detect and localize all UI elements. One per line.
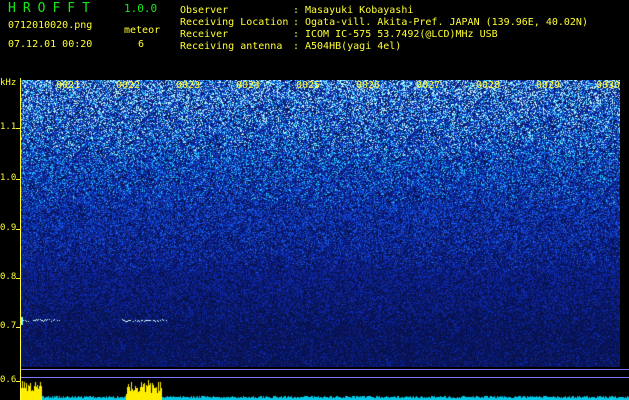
meteor-count: 6 — [138, 39, 145, 50]
frequency-axis: kHz 1.1 1.0 0.9 0.8 0.7 0.6 — [0, 78, 20, 400]
info-row-observer: Observer: Masayuki Kobayashi — [180, 5, 413, 16]
time-tick: 0021 — [56, 80, 81, 91]
app-version: 1.0.0 — [124, 2, 158, 15]
info-value: Ogata-vill. Akita-Pref. JAPAN (139.96E, … — [305, 17, 588, 28]
time-tick: 0024 — [236, 80, 261, 91]
info-row-receiver: Receiver: ICOM IC-575 53.7492(@LCD)MHz US… — [180, 29, 498, 40]
axis-unit: kHz — [0, 78, 17, 88]
info-key: Receiving Location — [180, 17, 289, 28]
info-colon: : — [293, 5, 300, 16]
freq-tick: 1.0 — [0, 173, 17, 183]
freq-tick: 0.6 — [0, 375, 17, 385]
filename: 0712010020.png — [8, 20, 93, 31]
freq-tick: 0.7 — [0, 321, 17, 331]
panel-divider — [20, 369, 629, 370]
time-tick: 0023 — [176, 80, 201, 91]
time-tick: 0030 — [596, 80, 621, 91]
time-tick: 0026 — [356, 80, 381, 91]
info-colon: : — [293, 41, 300, 52]
time-tick: 0028 — [476, 80, 501, 91]
plot-frame-left — [20, 78, 21, 400]
time-tick: 0027 — [416, 80, 441, 91]
info-key: Observer — [180, 5, 229, 16]
info-row-antenna: Receiving antenna: A504HB(yagi 4el) — [180, 41, 401, 52]
freq-tick: 0.9 — [0, 223, 17, 233]
freq-tick: 1.1 — [0, 122, 17, 132]
time-tick: 0022 — [116, 80, 141, 91]
spectrogram-canvas — [20, 80, 620, 367]
power-trace — [20, 378, 629, 400]
info-colon: : — [293, 29, 300, 40]
info-key: Receiving antenna — [180, 41, 283, 52]
header: HROFFT 1.0.0 0712010020.png 07.12.01 00:… — [0, 0, 629, 78]
datetime: 07.12.01 00:20 — [8, 39, 93, 50]
meteor-label: meteor — [124, 25, 161, 36]
time-tick: 0029 — [536, 80, 561, 91]
info-value: ICOM IC-575 53.7492(@LCD)MHz USB — [305, 29, 498, 40]
info-row-location: Receiving Location: Ogata-vill. Akita-Pre… — [180, 17, 588, 28]
app-title: HROFFT — [8, 1, 97, 16]
spectrogram — [20, 80, 620, 367]
info-value: A504HB(yagi 4el) — [305, 41, 402, 52]
time-tick: 0025 — [296, 80, 321, 91]
info-key: Receiver — [180, 29, 229, 40]
info-colon: : — [293, 17, 300, 28]
info-value: Masayuki Kobayashi — [305, 5, 414, 16]
freq-tick: 0.8 — [0, 272, 17, 282]
